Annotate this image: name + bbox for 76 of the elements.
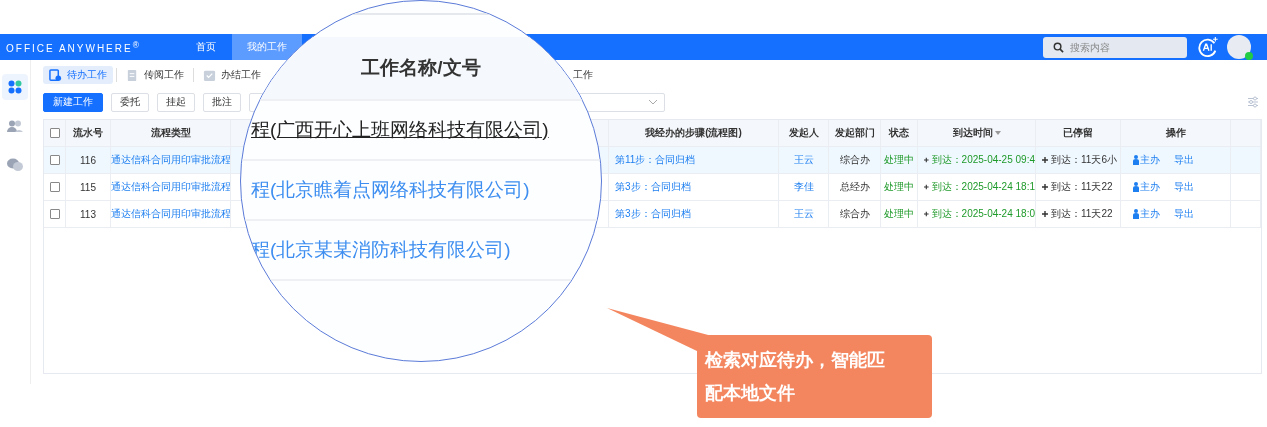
flow-type-link[interactable]: 通达信科合同用印审批流程 [111,180,230,194]
logo: OFFICE ANYWHERE$^{®}$ [5,39,142,55]
status-text: 处理中 [884,180,914,194]
search-icon [1053,41,1064,53]
step-link[interactable]: 第3步：合同归档 [615,180,691,194]
ai-assistant-icon[interactable] [1197,36,1219,58]
document-icon [126,68,139,82]
action-link[interactable]: 主办 [1140,153,1160,167]
table-cell: 113 [80,208,96,220]
table-cell: 116 [80,154,96,166]
work-name-link[interactable]: 程(广西开心上班网络科技有限公司) [251,117,549,143]
table-cell: 到达：11天22 [1051,207,1113,221]
table-cell: 到达：11天6小 [1051,153,1117,167]
status-text: 处理中 [884,207,914,221]
chevron-down-icon [648,99,658,105]
work-name-link[interactable]: 程(北京瞧着点网络科技有限公司) [251,177,530,203]
toolbar-button[interactable]: 新建工作 [43,92,103,112]
table-cell: 综合办 [839,207,870,221]
tab[interactable]: 待办工作 [43,66,113,84]
action-link[interactable]: 主办 [1140,207,1160,221]
avatar-icon[interactable] [1227,35,1251,59]
plus-icon[interactable] [1042,157,1048,163]
apps-icon[interactable] [2,74,28,100]
column-header: 已停留 [1063,126,1093,140]
plus-icon[interactable] [1042,211,1048,217]
table-cell: 到达：2025-04-24 18:0 [931,207,1035,221]
plus-icon[interactable] [924,184,929,190]
action-link[interactable]: 导出 [1174,207,1194,221]
status-text: 处理中 [884,153,914,167]
table-cell: 到达：2025-04-24 18:1 [931,180,1035,194]
row-checkbox[interactable] [49,182,60,192]
action-link[interactable]: 导出 [1174,180,1194,194]
action-link[interactable]: 主办 [1140,180,1160,194]
step-link[interactable]: 第3步：合同归档 [615,207,691,221]
column-header: 流程类型 [150,126,191,140]
column-header: 发起人 [788,126,819,140]
person-icon [1133,155,1139,165]
person-icon [1133,209,1139,219]
nav-tab[interactable]: 首页 [180,34,232,60]
column-header: 状态 [889,126,909,140]
column-header: 发起部门 [834,126,875,140]
table-cell: 综合办 [839,153,870,167]
row-checkbox[interactable] [49,155,60,165]
nav-tab[interactable]: 我的工作 [232,34,302,60]
callout-box: 检索对应待办，智能匹配本地文件 [697,335,932,418]
row-checkbox[interactable] [49,209,60,219]
toolbar-button[interactable]: 委托 [111,92,149,112]
action-link[interactable]: 导出 [1174,153,1194,167]
toolbar-button[interactable]: 批注 [203,92,241,112]
plus-icon[interactable] [1042,184,1048,190]
flow-type-link[interactable]: 通达信科合同用印审批流程 [111,207,230,221]
tab[interactable]: 传阅工作 [120,66,190,84]
document-icon [49,68,62,82]
checked-box-icon [203,68,216,82]
initiator-link[interactable]: 王云 [793,207,814,221]
toolbar-button[interactable]: 挂起 [157,92,195,112]
flow-type-link[interactable]: 通达信科合同用印审批流程 [111,153,230,167]
table-cell: 到达：2025-04-25 09:4 [931,153,1035,167]
table-cell: 115 [80,181,96,193]
column-header: 流水号 [73,126,103,140]
tab[interactable]: 办结工作 [197,66,267,84]
column-header: 工作名称/文号 [361,56,481,80]
select-all-checkbox[interactable] [49,128,60,138]
table-cell: 总经办 [839,180,870,194]
initiator-link[interactable]: 李佳 [793,180,814,194]
person-icon [1133,182,1139,192]
column-header: 操作 [1165,126,1186,140]
table-cell: 到达：11天22 [1051,180,1113,194]
sort-icon[interactable] [994,131,1001,135]
column-header: 我经办的步骤(流程图) [645,126,742,140]
step-link[interactable]: 第11步：合同归档 [615,153,696,167]
plus-icon[interactable] [924,211,929,217]
search-field[interactable]: 搜索内容 [1043,36,1187,58]
initiator-link[interactable]: 王云 [793,153,814,167]
column-header: 到达时间 [952,126,993,140]
plus-icon[interactable] [924,157,929,163]
